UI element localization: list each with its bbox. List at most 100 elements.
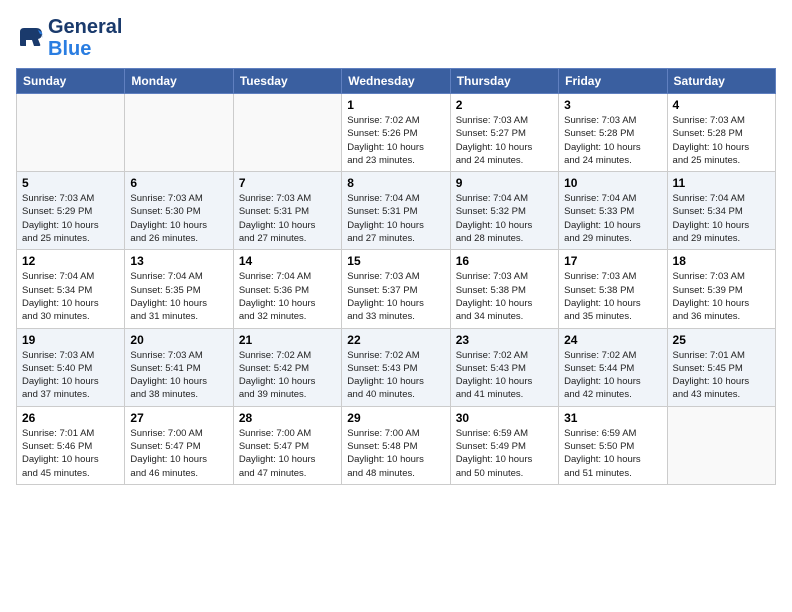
day-info: Sunrise: 7:02 AM Sunset: 5:43 PM Dayligh… [456,349,553,402]
day-info: Sunrise: 7:03 AM Sunset: 5:31 PM Dayligh… [239,192,336,245]
day-number: 25 [673,333,770,347]
day-number: 13 [130,254,227,268]
calendar-cell: 14 Sunrise: 7:04 AM Sunset: 5:36 PM Dayli… [233,250,341,328]
calendar-cell: 23 Sunrise: 7:02 AM Sunset: 5:43 PM Dayli… [450,328,558,406]
calendar-cell: 5 Sunrise: 7:03 AM Sunset: 5:29 PM Daylig… [17,172,125,250]
header-tuesday: Tuesday [233,69,341,94]
day-info: Sunrise: 7:03 AM Sunset: 5:40 PM Dayligh… [22,349,119,402]
calendar-cell: 19 Sunrise: 7:03 AM Sunset: 5:40 PM Dayli… [17,328,125,406]
day-number: 17 [564,254,661,268]
day-number: 14 [239,254,336,268]
day-number: 2 [456,98,553,112]
calendar-table: SundayMondayTuesdayWednesdayThursdayFrid… [16,68,776,485]
calendar-cell: 22 Sunrise: 7:02 AM Sunset: 5:43 PM Dayli… [342,328,450,406]
day-info: Sunrise: 7:03 AM Sunset: 5:30 PM Dayligh… [130,192,227,245]
calendar-cell: 7 Sunrise: 7:03 AM Sunset: 5:31 PM Daylig… [233,172,341,250]
calendar-cell [125,94,233,172]
day-info: Sunrise: 7:02 AM Sunset: 5:43 PM Dayligh… [347,349,444,402]
logo: General Blue [16,16,122,60]
calendar-cell: 21 Sunrise: 7:02 AM Sunset: 5:42 PM Dayli… [233,328,341,406]
logo-text: General Blue [48,16,122,60]
day-number: 20 [130,333,227,347]
day-number: 21 [239,333,336,347]
day-number: 19 [22,333,119,347]
calendar-cell [17,94,125,172]
day-number: 7 [239,176,336,190]
calendar-cell: 4Sunrise: 7:03 AM Sunset: 5:28 PM Daylig… [667,94,775,172]
day-info: Sunrise: 7:00 AM Sunset: 5:47 PM Dayligh… [130,427,227,480]
header: General Blue [16,16,776,60]
week-row-2: 5 Sunrise: 7:03 AM Sunset: 5:29 PM Daylig… [17,172,776,250]
calendar-cell: 31 Sunrise: 6:59 AM Sunset: 5:50 PM Dayli… [559,406,667,484]
calendar-cell: 9Sunrise: 7:04 AM Sunset: 5:32 PM Daylig… [450,172,558,250]
calendar-cell [667,406,775,484]
day-info: Sunrise: 7:03 AM Sunset: 5:27 PM Dayligh… [456,114,553,167]
calendar-cell: 10 Sunrise: 7:04 AM Sunset: 5:33 PM Dayli… [559,172,667,250]
day-info: Sunrise: 7:03 AM Sunset: 5:28 PM Dayligh… [673,114,770,167]
calendar-cell: 25 Sunrise: 7:01 AM Sunset: 5:45 PM Dayli… [667,328,775,406]
calendar-cell: 28 Sunrise: 7:00 AM Sunset: 5:47 PM Dayli… [233,406,341,484]
day-info: Sunrise: 7:03 AM Sunset: 5:28 PM Dayligh… [564,114,661,167]
calendar-cell: 26 Sunrise: 7:01 AM Sunset: 5:46 PM Dayli… [17,406,125,484]
week-row-4: 19 Sunrise: 7:03 AM Sunset: 5:40 PM Dayli… [17,328,776,406]
day-number: 31 [564,411,661,425]
day-number: 29 [347,411,444,425]
day-info: Sunrise: 7:02 AM Sunset: 5:26 PM Dayligh… [347,114,444,167]
day-number: 30 [456,411,553,425]
day-info: Sunrise: 7:04 AM Sunset: 5:36 PM Dayligh… [239,270,336,323]
day-info: Sunrise: 7:04 AM Sunset: 5:31 PM Dayligh… [347,192,444,245]
calendar-cell: 20Sunrise: 7:03 AM Sunset: 5:41 PM Dayli… [125,328,233,406]
day-number: 27 [130,411,227,425]
day-info: Sunrise: 6:59 AM Sunset: 5:49 PM Dayligh… [456,427,553,480]
day-info: Sunrise: 7:00 AM Sunset: 5:47 PM Dayligh… [239,427,336,480]
day-info: Sunrise: 7:04 AM Sunset: 5:32 PM Dayligh… [456,192,553,245]
week-row-1: 1 Sunrise: 7:02 AM Sunset: 5:26 PM Daylig… [17,94,776,172]
calendar-header-row: SundayMondayTuesdayWednesdayThursdayFrid… [17,69,776,94]
day-number: 10 [564,176,661,190]
day-info: Sunrise: 7:03 AM Sunset: 5:38 PM Dayligh… [456,270,553,323]
day-number: 23 [456,333,553,347]
week-row-5: 26 Sunrise: 7:01 AM Sunset: 5:46 PM Dayli… [17,406,776,484]
logo-icon [16,24,44,52]
day-info: Sunrise: 7:04 AM Sunset: 5:34 PM Dayligh… [22,270,119,323]
day-info: Sunrise: 7:02 AM Sunset: 5:42 PM Dayligh… [239,349,336,402]
header-saturday: Saturday [667,69,775,94]
day-info: Sunrise: 7:03 AM Sunset: 5:37 PM Dayligh… [347,270,444,323]
calendar-cell: 12 Sunrise: 7:04 AM Sunset: 5:34 PM Dayli… [17,250,125,328]
day-number: 24 [564,333,661,347]
calendar-cell: 11Sunrise: 7:04 AM Sunset: 5:34 PM Dayli… [667,172,775,250]
calendar-cell: 6 Sunrise: 7:03 AM Sunset: 5:30 PM Daylig… [125,172,233,250]
day-info: Sunrise: 7:01 AM Sunset: 5:46 PM Dayligh… [22,427,119,480]
day-info: Sunrise: 7:04 AM Sunset: 5:33 PM Dayligh… [564,192,661,245]
day-number: 3 [564,98,661,112]
day-number: 8 [347,176,444,190]
day-info: Sunrise: 7:03 AM Sunset: 5:38 PM Dayligh… [564,270,661,323]
calendar-cell: 16Sunrise: 7:03 AM Sunset: 5:38 PM Dayli… [450,250,558,328]
day-info: Sunrise: 7:04 AM Sunset: 5:35 PM Dayligh… [130,270,227,323]
day-info: Sunrise: 7:03 AM Sunset: 5:39 PM Dayligh… [673,270,770,323]
week-row-3: 12 Sunrise: 7:04 AM Sunset: 5:34 PM Dayli… [17,250,776,328]
calendar-cell: 15 Sunrise: 7:03 AM Sunset: 5:37 PM Dayli… [342,250,450,328]
calendar-cell: 29 Sunrise: 7:00 AM Sunset: 5:48 PM Dayli… [342,406,450,484]
calendar-cell: 30 Sunrise: 6:59 AM Sunset: 5:49 PM Dayli… [450,406,558,484]
day-number: 12 [22,254,119,268]
calendar-cell: 13 Sunrise: 7:04 AM Sunset: 5:35 PM Dayli… [125,250,233,328]
calendar-cell [233,94,341,172]
day-number: 26 [22,411,119,425]
day-info: Sunrise: 7:00 AM Sunset: 5:48 PM Dayligh… [347,427,444,480]
calendar-cell: 2 Sunrise: 7:03 AM Sunset: 5:27 PM Daylig… [450,94,558,172]
day-info: Sunrise: 6:59 AM Sunset: 5:50 PM Dayligh… [564,427,661,480]
day-info: Sunrise: 7:03 AM Sunset: 5:29 PM Dayligh… [22,192,119,245]
day-number: 15 [347,254,444,268]
day-number: 1 [347,98,444,112]
day-number: 5 [22,176,119,190]
calendar-cell: 17 Sunrise: 7:03 AM Sunset: 5:38 PM Dayli… [559,250,667,328]
day-number: 22 [347,333,444,347]
day-number: 6 [130,176,227,190]
header-monday: Monday [125,69,233,94]
calendar-cell: 8 Sunrise: 7:04 AM Sunset: 5:31 PM Daylig… [342,172,450,250]
header-friday: Friday [559,69,667,94]
day-number: 28 [239,411,336,425]
day-number: 18 [673,254,770,268]
day-info: Sunrise: 7:01 AM Sunset: 5:45 PM Dayligh… [673,349,770,402]
